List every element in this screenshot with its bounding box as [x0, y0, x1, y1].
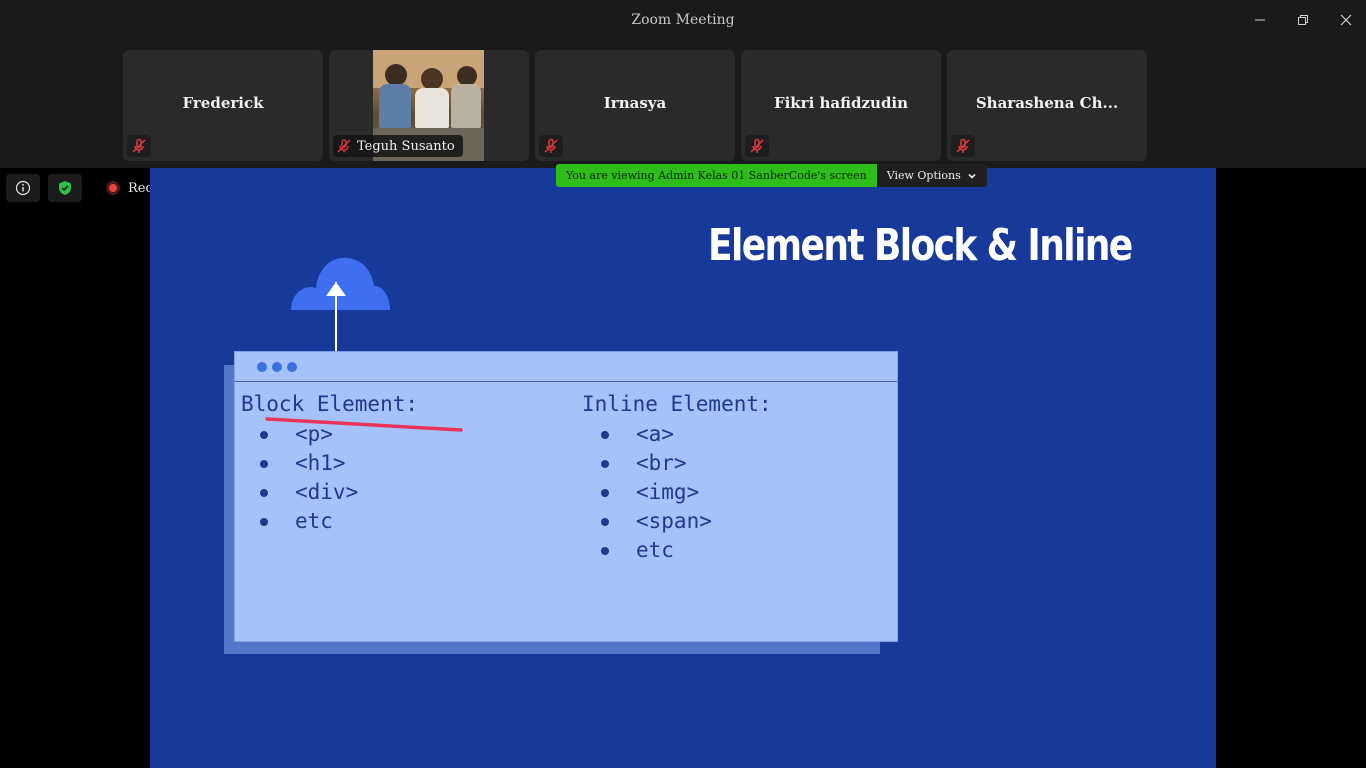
participant-label: Teguh Susanto — [333, 135, 463, 157]
info-icon — [15, 180, 31, 196]
shared-screen: Element Block & Inline Block Element: <p… — [150, 168, 1216, 768]
window-title: Zoom Meeting — [631, 12, 735, 28]
restore-button[interactable] — [1281, 0, 1325, 40]
screen-share-banner: You are viewing Admin Kelas 01 SanberCod… — [556, 164, 987, 187]
encryption-button[interactable] — [48, 174, 82, 202]
inline-elements-column: Inline Element: <a> <br> <img> <span> et… — [576, 392, 772, 565]
view-options-button[interactable]: View Options — [876, 164, 987, 187]
participant-tile[interactable]: Sharashena Ch... — [947, 50, 1147, 161]
title-bar: Zoom Meeting — [0, 0, 1366, 40]
participant-name: Irnasya — [603, 94, 667, 112]
list-item: <span> — [576, 507, 772, 536]
participant-tile[interactable]: Teguh Susanto — [329, 50, 529, 161]
participant-tile[interactable]: Irnasya — [535, 50, 735, 161]
recording-icon — [106, 181, 120, 195]
window-dots — [257, 362, 297, 372]
list-item: <br> — [576, 449, 772, 478]
muted-mic-icon — [337, 139, 351, 153]
browser-card: Block Element: <p> <h1> <div> etc Inline… — [234, 351, 898, 642]
list-item: etc — [576, 536, 772, 565]
block-heading: Block Element: — [241, 392, 419, 416]
list-item: etc — [235, 507, 418, 536]
share-banner-text: You are viewing Admin Kelas 01 SanberCod… — [556, 164, 877, 187]
shield-check-icon — [59, 181, 71, 195]
participant-tile[interactable]: Fikri hafidzudin — [741, 50, 941, 161]
inline-list: <a> <br> <img> <span> etc — [576, 420, 772, 565]
inline-heading: Inline Element: — [582, 392, 772, 416]
meeting-info-button[interactable] — [6, 174, 40, 202]
block-list: <p> <h1> <div> etc — [235, 420, 418, 536]
list-item: <div> — [235, 478, 418, 507]
close-button[interactable] — [1324, 0, 1366, 40]
chevron-down-icon — [968, 173, 976, 179]
list-item: <img> — [576, 478, 772, 507]
annotation-stroke — [265, 417, 463, 432]
participant-tile[interactable]: Frederick — [123, 50, 323, 161]
list-item: <h1> — [235, 449, 418, 478]
close-icon — [1340, 14, 1352, 26]
participant-name: Teguh Susanto — [357, 138, 455, 154]
browser-topbar — [235, 352, 897, 382]
muted-mic-icon — [951, 135, 975, 157]
slide-title: Element Block & Inline — [708, 220, 1133, 271]
muted-mic-icon — [127, 135, 151, 157]
view-options-label: View Options — [886, 169, 961, 182]
participant-name: Fikri hafidzudin — [773, 94, 909, 112]
participant-name: Sharashena Ch... — [975, 94, 1119, 112]
restore-icon — [1298, 15, 1308, 25]
participant-strip: Frederick Teguh Susanto Irnasya Fikri ha… — [0, 40, 1366, 168]
muted-mic-icon — [745, 135, 769, 157]
list-item: <a> — [576, 420, 772, 449]
block-elements-column: Block Element: <p> <h1> <div> etc — [235, 392, 418, 536]
participant-name: Frederick — [182, 94, 264, 112]
cloud-upload-icon — [291, 257, 390, 355]
minimize-button[interactable] — [1238, 0, 1282, 40]
minimize-icon — [1255, 19, 1265, 21]
muted-mic-icon — [539, 135, 563, 157]
